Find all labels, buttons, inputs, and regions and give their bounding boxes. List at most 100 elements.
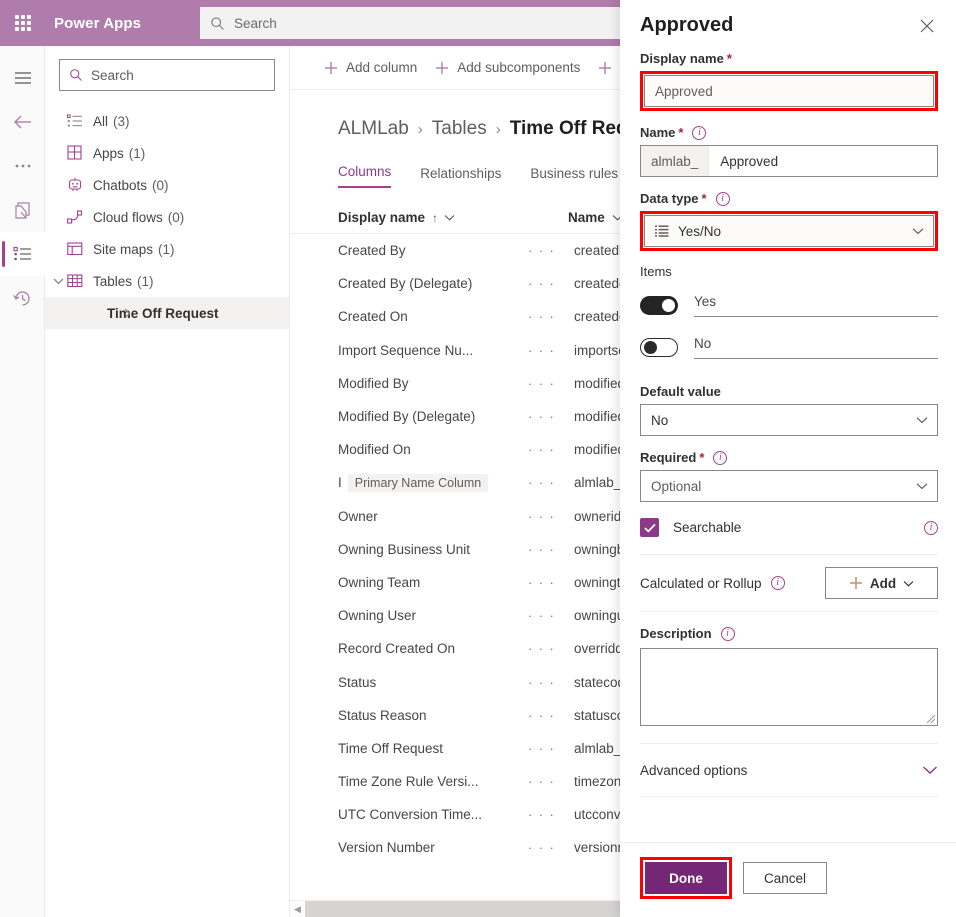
sidebar-item-time-off-request[interactable]: Time Off Request <box>45 297 289 329</box>
done-button-highlight: Done <box>640 857 732 899</box>
name-label: Name * i <box>640 125 938 140</box>
description-textarea[interactable] <box>640 648 938 726</box>
app-launcher-icon[interactable] <box>0 0 46 46</box>
name-value: Approved <box>709 154 778 169</box>
name-input[interactable]: almlab_ Approved <box>640 145 938 177</box>
row-more-actions-icon[interactable]: · · · <box>528 807 574 822</box>
searchable-row: Searchable i <box>640 518 938 537</box>
chevron-down-icon[interactable] <box>444 214 455 221</box>
search-icon <box>210 16 225 31</box>
plus-icon <box>598 61 612 75</box>
back-arrow-icon[interactable] <box>0 100 45 144</box>
row-more-actions-icon[interactable]: · · · <box>528 774 574 789</box>
searchable-checkbox[interactable] <box>640 518 659 537</box>
info-icon[interactable]: i <box>713 451 727 465</box>
sidebar-item-all[interactable]: All (3) <box>45 105 289 137</box>
column-properties-panel: Approved Display name * Approved <box>620 0 956 917</box>
yes-label-input[interactable]: Yes <box>694 294 938 317</box>
sidebar-item-cloud-flows[interactable]: Cloud flows (0) <box>45 201 289 233</box>
sidebar-item-label: Site maps <box>93 242 153 257</box>
ellipsis-icon[interactable] <box>0 144 45 188</box>
info-icon[interactable]: i <box>721 627 735 641</box>
row-more-actions-icon[interactable]: · · · <box>528 608 574 623</box>
row-display-name: Modified By <box>338 376 528 391</box>
column-header-display-name[interactable]: Display name ↑ <box>338 210 568 225</box>
tab-columns[interactable]: Columns <box>338 164 391 188</box>
advanced-options-toggle[interactable]: Advanced options <box>640 744 938 796</box>
sidebar-item-count: (3) <box>113 114 130 129</box>
sidebar-item-tables[interactable]: Tables (1) <box>45 265 289 297</box>
row-more-actions-icon[interactable]: · · · <box>528 708 574 723</box>
required-dropdown[interactable]: Optional <box>640 470 938 502</box>
chevron-right-icon[interactable] <box>123 308 131 319</box>
sidebar-item-chatbots[interactable]: Chatbots (0) <box>45 169 289 201</box>
sidebar-item-site-maps[interactable]: Site maps (1) <box>45 233 289 265</box>
default-value-dropdown[interactable]: No <box>640 404 938 436</box>
chatbot-icon <box>67 177 93 193</box>
chevron-down-icon[interactable] <box>903 580 914 587</box>
row-more-actions-icon[interactable]: · · · <box>528 475 574 490</box>
row-more-actions-icon[interactable]: · · · <box>528 409 574 424</box>
row-more-actions-icon[interactable]: · · · <box>528 741 574 756</box>
row-more-actions-icon[interactable]: · · · <box>528 243 574 258</box>
data-type-label: Data type * i <box>640 191 938 206</box>
sidebar-item-label: All <box>93 114 108 129</box>
data-type-dropdown[interactable]: Yes/No <box>644 215 934 247</box>
breadcrumb-root[interactable]: ALMLab <box>338 118 409 140</box>
row-name: createdo <box>574 309 627 324</box>
cancel-button[interactable]: Cancel <box>743 862 827 894</box>
chevron-down-icon[interactable] <box>922 765 938 775</box>
name-prefix: almlab_ <box>641 146 709 176</box>
row-more-actions-icon[interactable]: · · · <box>528 575 574 590</box>
add-subcomponents-button[interactable]: Add subcomponents <box>426 46 589 90</box>
plus-icon <box>324 61 338 75</box>
chevron-down-icon[interactable] <box>916 482 928 490</box>
solutions-icon[interactable] <box>0 188 45 232</box>
row-more-actions-icon[interactable]: · · · <box>528 675 574 690</box>
info-icon[interactable]: i <box>771 576 785 590</box>
add-column-button[interactable]: Add column <box>315 46 426 90</box>
tab-relationships[interactable]: Relationships <box>420 166 501 188</box>
row-more-actions-icon[interactable]: · · · <box>528 641 574 656</box>
info-icon[interactable]: i <box>692 126 706 140</box>
chevron-down-icon[interactable] <box>49 277 67 285</box>
close-icon[interactable] <box>912 11 942 41</box>
calculated-or-rollup-label-text: Calculated or Rollup <box>640 576 762 591</box>
scroll-left-arrow-icon[interactable]: ◀ <box>290 904 305 915</box>
no-toggle[interactable] <box>640 338 678 357</box>
choice-list-icon <box>655 225 669 237</box>
required-asterisk: * <box>678 125 683 140</box>
objects-list-icon[interactable] <box>0 232 45 276</box>
info-icon[interactable]: i <box>716 192 730 206</box>
row-name: owningt <box>574 575 621 590</box>
yes-toggle[interactable] <box>640 296 678 315</box>
row-name: utcconv <box>574 807 621 822</box>
done-button[interactable]: Done <box>645 862 727 894</box>
breadcrumb-tables[interactable]: Tables <box>432 118 487 140</box>
default-value-label: Default value <box>640 384 938 399</box>
info-icon[interactable]: i <box>924 521 938 535</box>
row-name: owningb <box>574 542 624 557</box>
row-more-actions-icon[interactable]: · · · <box>528 840 574 855</box>
brand-title[interactable]: Power Apps <box>54 15 141 32</box>
row-more-actions-icon[interactable]: · · · <box>528 343 574 358</box>
hamburger-menu-icon[interactable] <box>0 56 45 100</box>
history-clock-icon[interactable] <box>0 276 45 320</box>
sidebar-item-count: (1) <box>158 242 175 257</box>
display-name-input[interactable]: Approved <box>644 75 934 107</box>
no-label-input[interactable]: No <box>694 336 938 359</box>
chevron-down-icon[interactable] <box>916 416 928 424</box>
column-header-name[interactable]: Name <box>568 210 623 225</box>
panel-title: Approved <box>640 14 733 37</box>
row-more-actions-icon[interactable]: · · · <box>528 542 574 557</box>
sidebar-item-apps[interactable]: Apps (1) <box>45 137 289 169</box>
add-button[interactable]: Add <box>825 567 938 599</box>
row-more-actions-icon[interactable]: · · · <box>528 309 574 324</box>
row-more-actions-icon[interactable]: · · · <box>528 376 574 391</box>
sidebar-search-input[interactable]: Search <box>59 59 275 91</box>
chevron-down-icon[interactable] <box>912 227 924 235</box>
row-more-actions-icon[interactable]: · · · <box>528 509 574 524</box>
tab-business-rules[interactable]: Business rules <box>530 166 618 188</box>
row-more-actions-icon[interactable]: · · · <box>528 442 574 457</box>
row-more-actions-icon[interactable]: · · · <box>528 276 574 291</box>
